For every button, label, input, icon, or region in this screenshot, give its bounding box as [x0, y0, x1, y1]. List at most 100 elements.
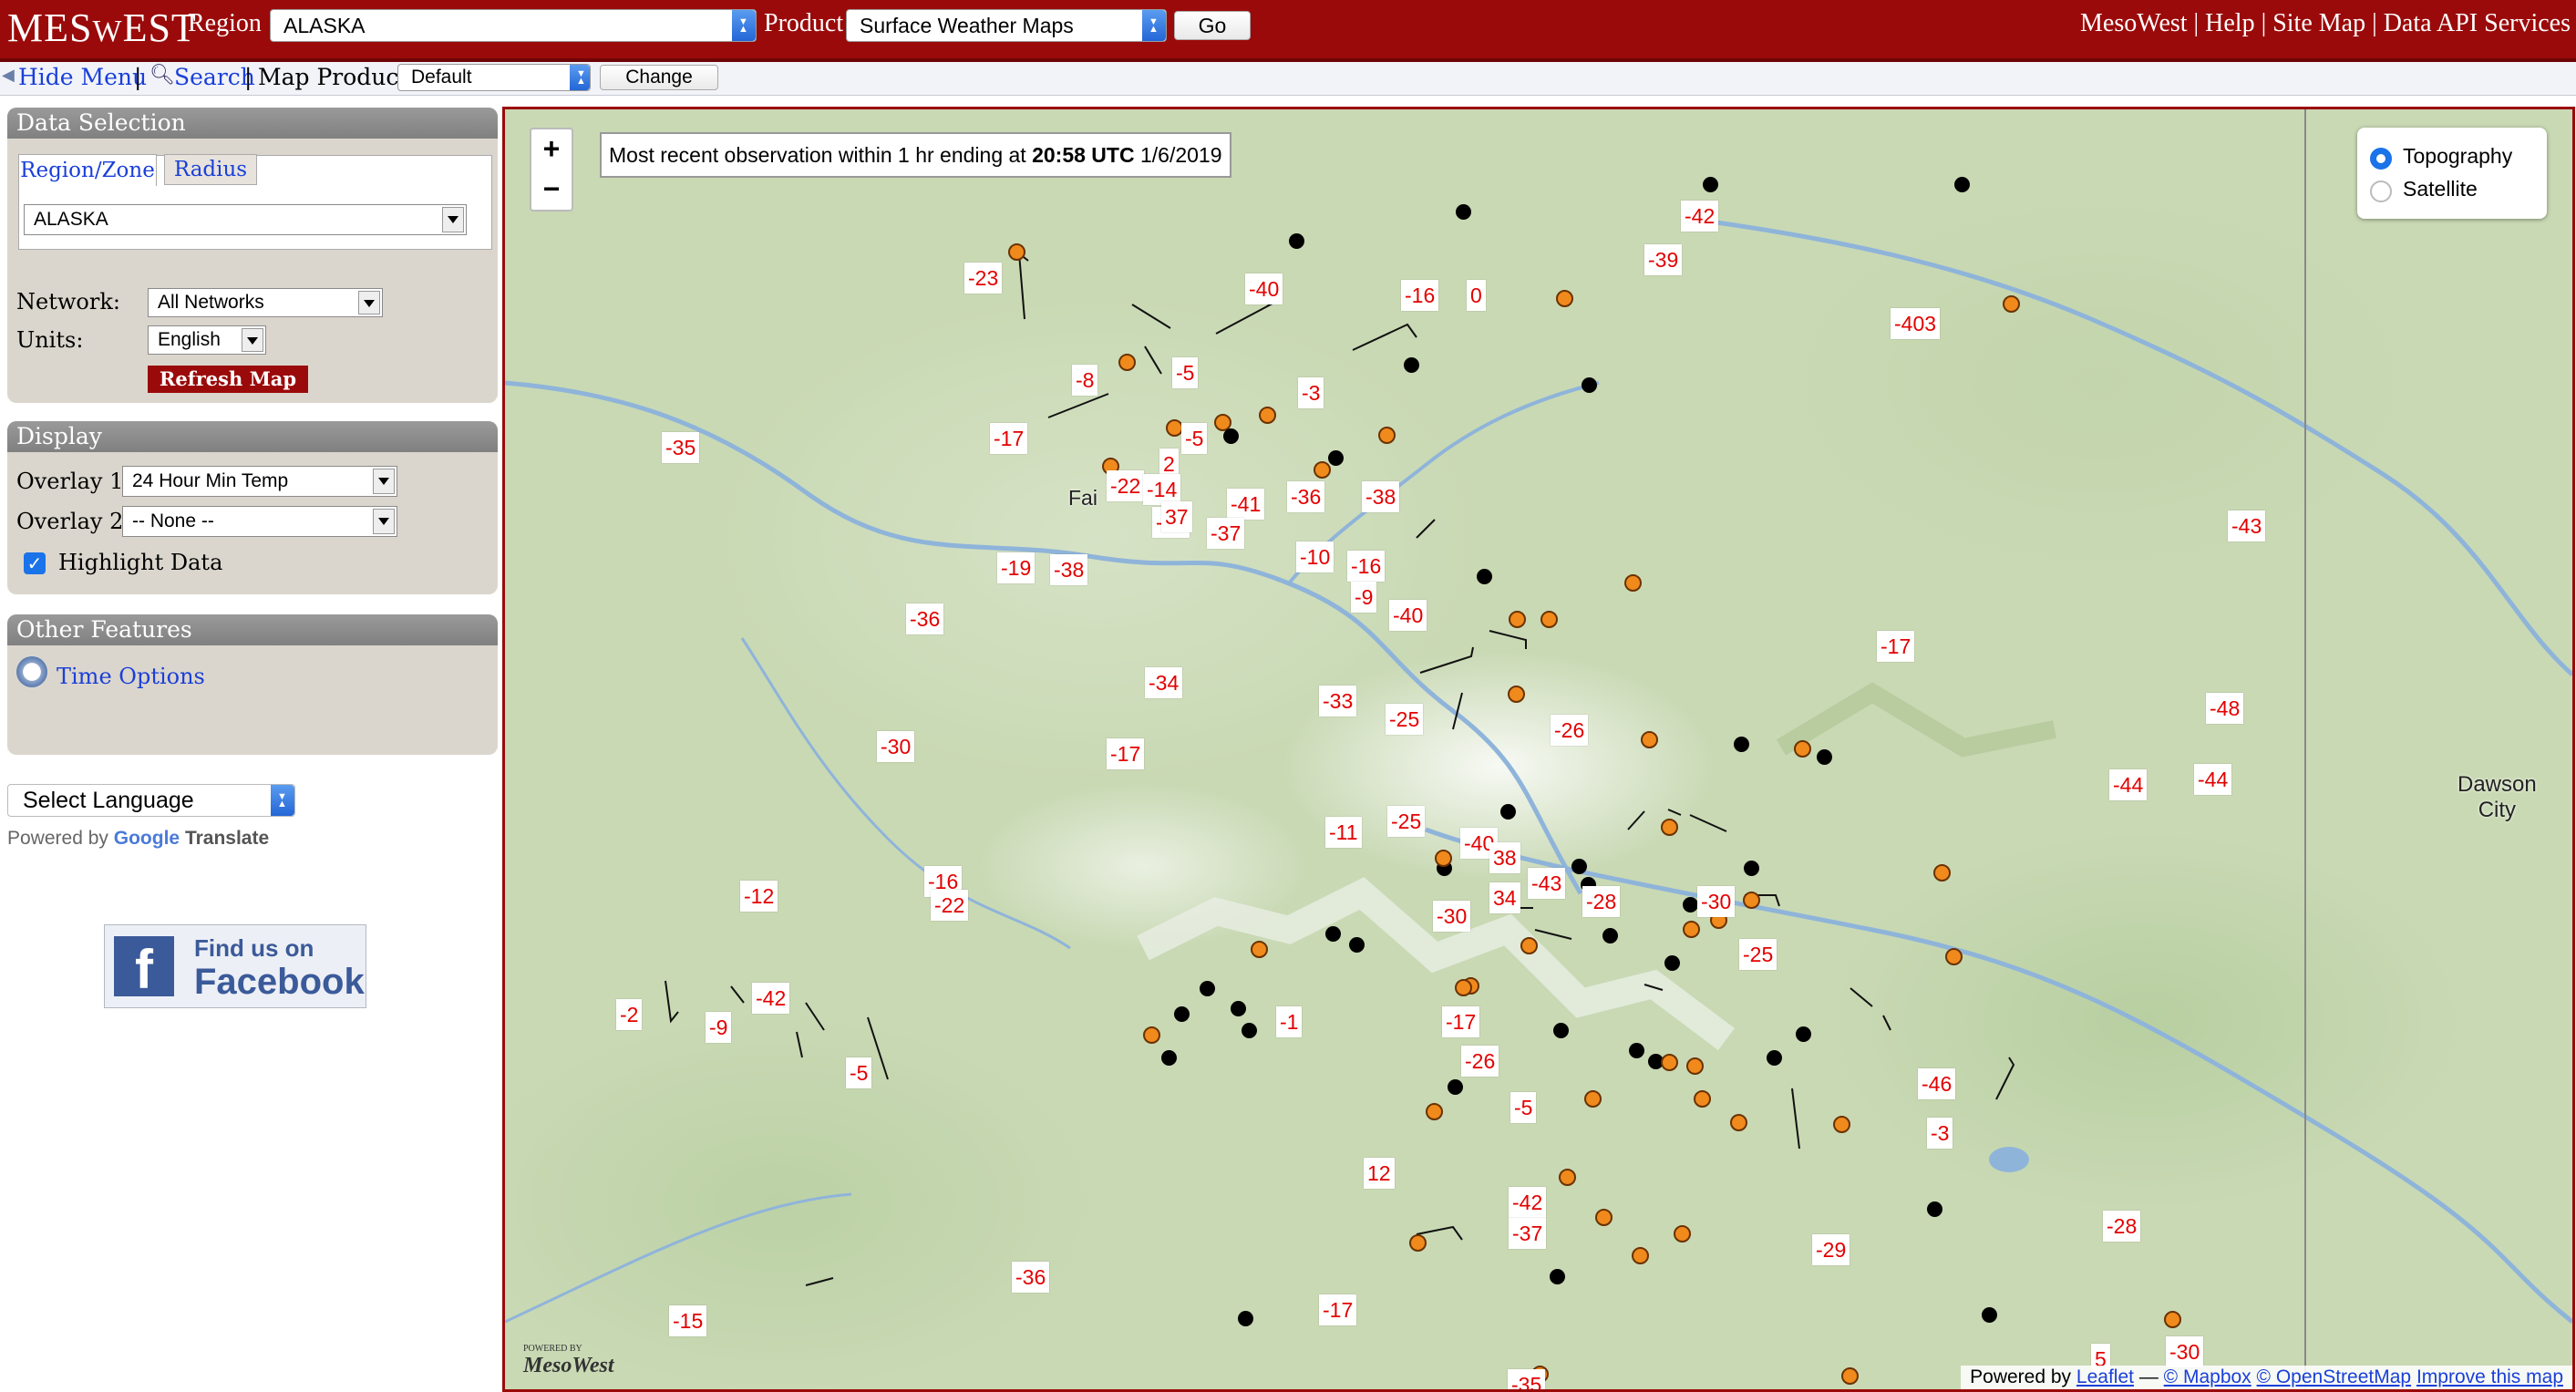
- temperature-label[interactable]: -37: [1207, 518, 1245, 549]
- temperature-label[interactable]: -14: [1143, 474, 1181, 505]
- station-marker[interactable]: [1664, 955, 1680, 971]
- temperature-label[interactable]: -26: [1461, 1046, 1499, 1077]
- temperature-label[interactable]: -28: [2103, 1211, 2141, 1242]
- temperature-label[interactable]: -23: [964, 263, 1003, 294]
- hide-menu-link[interactable]: Hide Menu: [18, 64, 147, 90]
- station-marker[interactable]: [2003, 295, 2020, 313]
- station-marker[interactable]: [1314, 461, 1331, 479]
- temperature-label[interactable]: -22: [931, 890, 969, 921]
- temperature-label[interactable]: -16: [1401, 280, 1439, 311]
- station-marker[interactable]: [1595, 1209, 1613, 1226]
- help-link[interactable]: Help: [2205, 9, 2254, 37]
- station-marker[interactable]: [1448, 1079, 1463, 1095]
- temperature-label[interactable]: -22: [1107, 470, 1145, 501]
- station-marker[interactable]: [1629, 1043, 1644, 1058]
- temperature-label[interactable]: -42: [752, 983, 790, 1014]
- station-marker[interactable]: [1143, 1026, 1160, 1044]
- station-marker[interactable]: [1743, 892, 1760, 909]
- station-marker[interactable]: [1624, 574, 1642, 592]
- station-marker[interactable]: [1223, 428, 1239, 444]
- temperature-label[interactable]: 38: [1489, 842, 1520, 873]
- station-marker[interactable]: [1730, 1114, 1747, 1131]
- station-marker[interactable]: [1683, 897, 1698, 913]
- station-marker[interactable]: [1477, 569, 1492, 584]
- temperature-label[interactable]: -12: [740, 881, 778, 912]
- station-marker[interactable]: [1817, 749, 1832, 765]
- station-marker[interactable]: [1426, 1103, 1443, 1120]
- station-marker[interactable]: [1796, 1026, 1811, 1042]
- temperature-label[interactable]: -35: [662, 432, 700, 463]
- station-marker[interactable]: [1683, 921, 1700, 938]
- station-marker[interactable]: [1242, 1023, 1257, 1038]
- temperature-label[interactable]: -38: [1050, 554, 1088, 585]
- station-marker[interactable]: [1744, 861, 1759, 876]
- temperature-label[interactable]: -28: [1582, 886, 1621, 917]
- mesowest-logo[interactable]: MESWEST: [7, 2, 197, 55]
- station-marker[interactable]: [1661, 1054, 1678, 1071]
- station-marker[interactable]: [1409, 1234, 1427, 1252]
- temperature-label[interactable]: -35: [1508, 1369, 1546, 1389]
- temperature-label[interactable]: -2: [616, 999, 643, 1030]
- temperature-label[interactable]: -48: [2206, 693, 2244, 724]
- station-marker[interactable]: [1200, 981, 1215, 996]
- region-select[interactable]: ALASKA: [270, 6, 757, 45]
- temperature-label[interactable]: -37: [1509, 1218, 1547, 1249]
- station-marker[interactable]: [1694, 1090, 1711, 1108]
- temperature-label[interactable]: -403: [1891, 308, 1941, 339]
- station-marker[interactable]: [1259, 407, 1276, 424]
- facebook-badge[interactable]: f Find us on Facebook: [104, 924, 366, 1008]
- station-marker[interactable]: [1349, 937, 1365, 953]
- refresh-map-button[interactable]: Refresh Map: [148, 366, 308, 393]
- temperature-label[interactable]: -30: [1697, 886, 1736, 917]
- station-marker[interactable]: [1954, 177, 1970, 192]
- temperature-label[interactable]: -17: [990, 423, 1028, 454]
- station-marker[interactable]: [1584, 1090, 1602, 1108]
- temperature-label[interactable]: 34: [1489, 882, 1520, 913]
- overlay1-select[interactable]: 24 Hour Min Temp: [122, 466, 397, 497]
- temperature-label[interactable]: -5: [1172, 357, 1199, 388]
- station-marker[interactable]: [1404, 357, 1419, 373]
- mesowest-link[interactable]: MesoWest: [2080, 9, 2188, 37]
- temperature-label[interactable]: -5: [1181, 423, 1208, 454]
- station-marker[interactable]: [1251, 941, 1268, 958]
- station-marker[interactable]: [1833, 1116, 1850, 1133]
- temperature-label[interactable]: -3: [1298, 377, 1324, 408]
- change-button[interactable]: Change: [600, 65, 718, 90]
- station-marker[interactable]: [1520, 937, 1538, 954]
- station-marker[interactable]: [1325, 926, 1341, 942]
- zone-select[interactable]: ALASKA: [24, 204, 467, 235]
- station-marker[interactable]: [1703, 177, 1718, 192]
- site-map-link[interactable]: Site Map: [2272, 9, 2365, 37]
- station-marker[interactable]: [1328, 450, 1344, 466]
- temperature-label[interactable]: -38: [1362, 481, 1400, 512]
- station-marker[interactable]: [1945, 948, 1963, 965]
- temperature-label[interactable]: -30: [2166, 1336, 2204, 1367]
- temperature-label[interactable]: -34: [1145, 667, 1183, 698]
- temperature-label[interactable]: -17: [1319, 1294, 1357, 1325]
- temperature-label[interactable]: -41: [1227, 489, 1265, 520]
- temperature-label[interactable]: -46: [1918, 1068, 1956, 1099]
- zoom-out-button[interactable]: −: [530, 170, 573, 211]
- station-marker[interactable]: [1556, 290, 1573, 307]
- station-marker[interactable]: [1641, 731, 1658, 748]
- temperature-label[interactable]: -19: [997, 552, 1036, 583]
- station-marker[interactable]: [1602, 928, 1618, 943]
- temperature-label[interactable]: -11: [1325, 817, 1362, 848]
- station-marker[interactable]: [1508, 686, 1525, 703]
- station-marker[interactable]: [1500, 804, 1516, 820]
- osm-link[interactable]: © OpenStreetMap: [2257, 1366, 2412, 1387]
- station-marker[interactable]: [1509, 611, 1526, 628]
- station-marker[interactable]: [1559, 1169, 1576, 1186]
- station-marker[interactable]: [1661, 819, 1678, 836]
- temperature-label[interactable]: -17: [1442, 1006, 1480, 1037]
- temperature-label[interactable]: -43: [1528, 868, 1566, 899]
- search-link[interactable]: Search: [174, 64, 255, 90]
- station-marker[interactable]: [1435, 850, 1452, 867]
- temperature-label[interactable]: -15: [669, 1305, 707, 1336]
- temperature-label[interactable]: -29: [1812, 1234, 1850, 1265]
- station-marker[interactable]: [1686, 1057, 1704, 1075]
- station-marker[interactable]: [1455, 979, 1472, 996]
- station-marker[interactable]: [1982, 1307, 1997, 1323]
- temperature-label[interactable]: -17: [1107, 738, 1145, 769]
- temperature-label[interactable]: -25: [1386, 704, 1424, 735]
